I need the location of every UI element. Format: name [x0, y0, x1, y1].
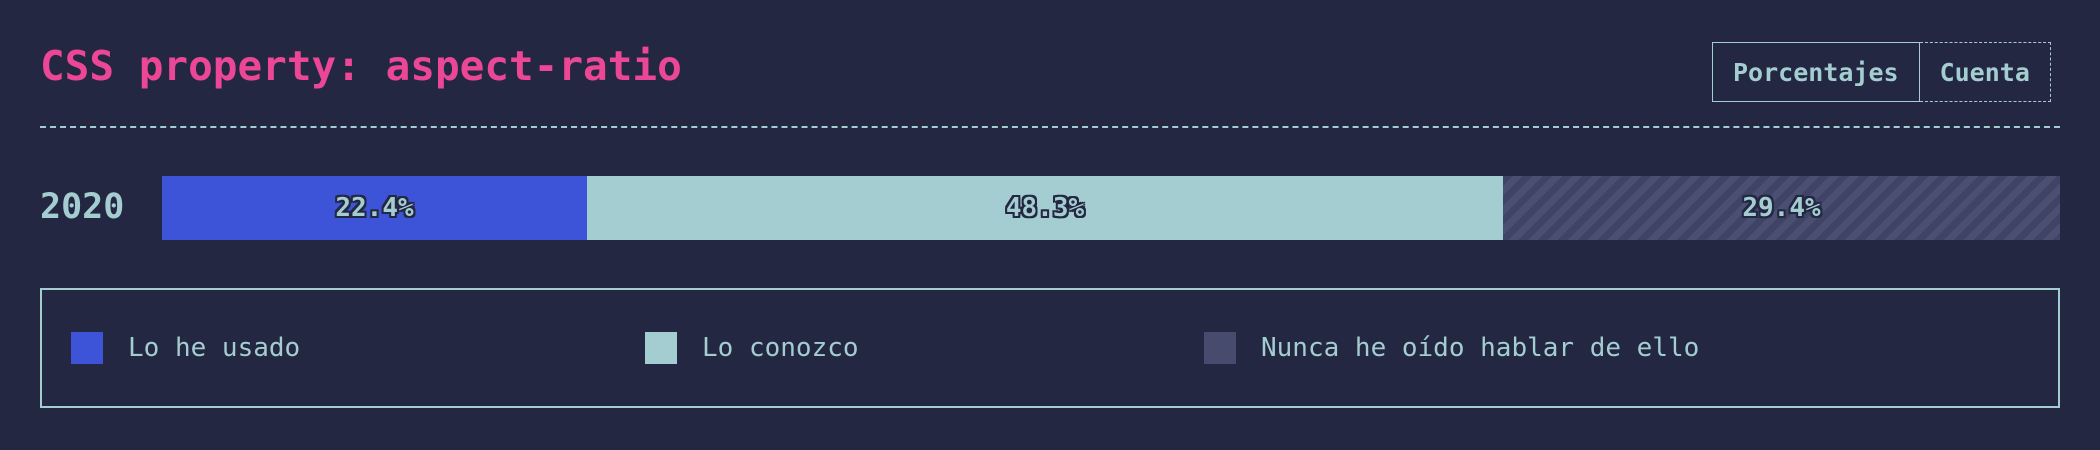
legend-label: Lo he usado [128, 333, 301, 363]
legend-label: Lo conozco [702, 333, 859, 363]
chart-title: CSS property: aspect-ratio [40, 42, 682, 90]
legend: Lo he usado Lo conozco Nunca he oído habla… [40, 288, 2060, 408]
bar-segment-2: 48.3% [587, 176, 1503, 240]
stacked-bar: 22.4% 48.3% 29.4% [162, 176, 2060, 240]
legend-swatch [645, 332, 677, 364]
bar-value-label: 29.4% [1742, 193, 1821, 223]
legend-swatch [71, 332, 103, 364]
bar-segment-1: 22.4% [162, 176, 587, 240]
bar-value-label: 48.3% [1005, 193, 1085, 223]
header-divider [40, 126, 2060, 128]
year-label: 2020 [40, 187, 125, 227]
legend-item: Lo he usado [71, 332, 300, 364]
bar-segment-3: 29.4% [1503, 176, 2060, 240]
legend-label: Nunca he oído hablar de ello [1261, 333, 1700, 363]
percentages-toggle-button[interactable]: Porcentajes [1712, 42, 1920, 102]
bar-value-label: 22.4% [335, 193, 414, 223]
legend-item: Nunca he oído hablar de ello [1204, 332, 1699, 364]
legend-item: Lo conozco [645, 332, 859, 364]
legend-swatch [1204, 332, 1236, 364]
view-toggle: Porcentajes Cuenta [1712, 42, 2051, 102]
count-toggle-button[interactable]: Cuenta [1919, 42, 2051, 102]
